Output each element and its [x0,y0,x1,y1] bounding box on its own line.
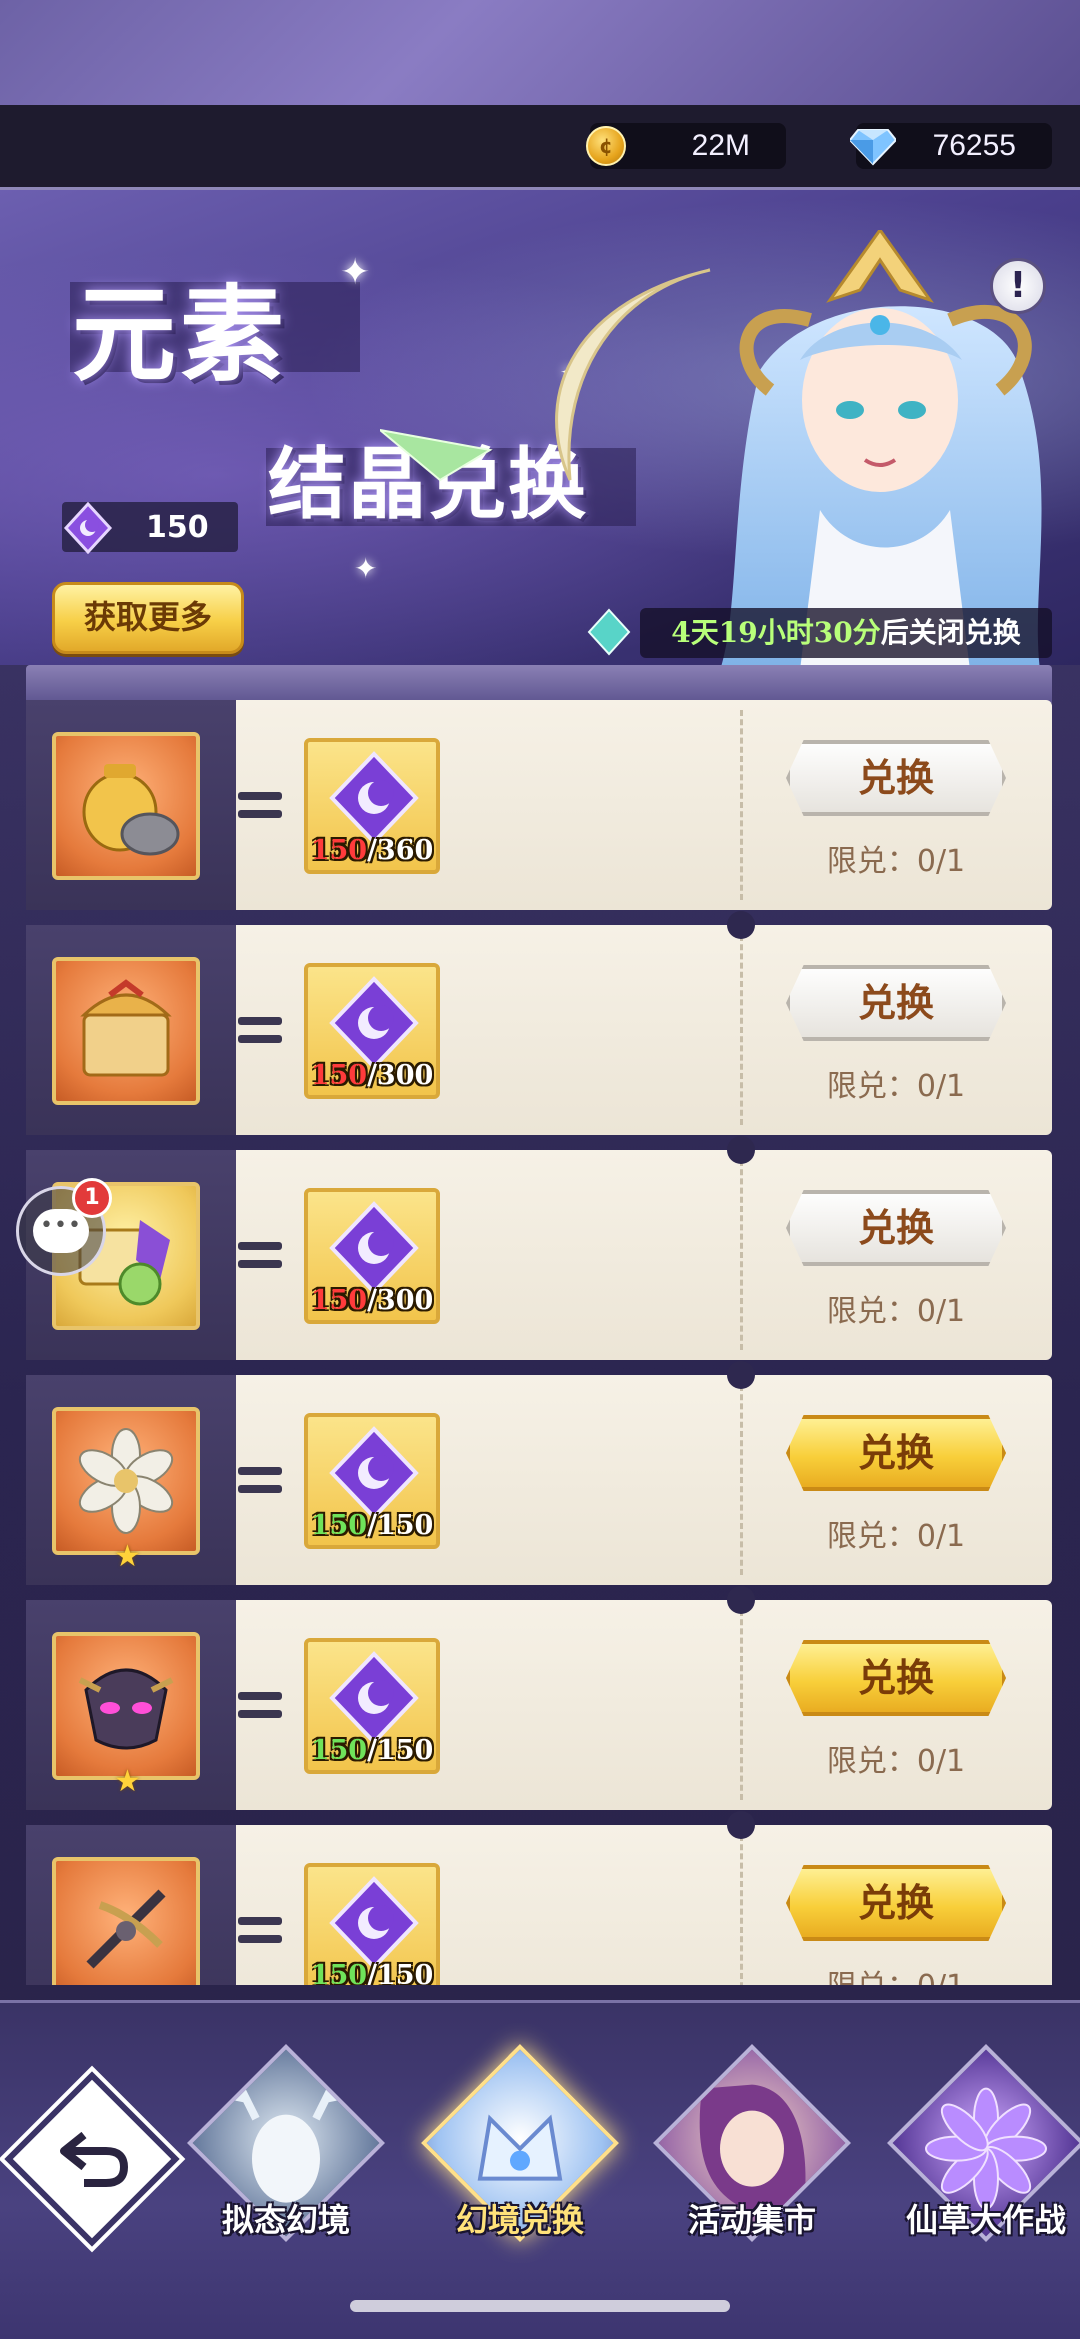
gem-deco-icon [587,608,631,656]
exchange-limit: 限兑：0/1 [826,1069,966,1104]
gold-coin-icon: ¢ [586,126,626,166]
diamond-icon [850,129,896,166]
sparkle-icon: ✦ [354,552,378,585]
crystal-balance-value: 150 [146,510,209,545]
exchange-row: 150/360 兑换 限兑：0/1 [26,700,1052,910]
crystal-balance: 150 [62,502,238,554]
countdown-timer: 4天19小时30分后关闭兑换 [640,608,1052,658]
dark-mask-icon[interactable]: ★ [52,1632,200,1799]
gold-value: 22M [691,129,750,162]
exchange-button[interactable]: 兑换 [786,1640,1006,1716]
star-icon: ★ [114,1764,141,1799]
element-crystal-icon [329,976,419,1070]
cost-slot: 150/150 [304,1413,440,1549]
countdown-time: 4天19小时30分 [671,616,881,649]
exchange-limit: 限兑：0/1 [826,1744,966,1779]
event-banner: 元素 结晶兑换 ✦ ✦ ✦ ! 150 获取更多 [0,190,1080,665]
nav-label: 拟态幻境 [221,2201,350,2239]
crescent-blade-icon [380,268,711,482]
cost-slot: 150/150 [304,1863,440,1985]
exchange-list[interactable]: 150/360 兑换 限兑：0/1 150/300 兑换 限兑：0/1 150/… [26,700,1052,1985]
ornate-chest-icon[interactable] [52,957,200,1105]
element-crystal-icon [329,1201,419,1295]
nav-item-mimic-realm[interactable]: 拟态幻境 [176,2044,385,2283]
equals-sign [238,1238,282,1274]
exchange-limit: 限兑：0/1 [786,1961,1006,1985]
info-button[interactable]: ! [990,258,1046,314]
equals-sign [238,1688,282,1724]
banner-title-line1: 元素 [72,273,289,396]
silver-lotus-icon[interactable]: ★ [52,1407,200,1574]
nav-label: 仙草大作战 [905,2201,1066,2239]
exchange-limit: 限兑：0/1 [826,1519,966,1554]
nav-item-event-market[interactable]: 活动集市 [642,2044,851,2283]
crossbow-icon[interactable] [52,1857,200,1985]
element-crystal-icon [329,1876,419,1970]
exchange-limit: 限兑：0/1 [826,1294,966,1329]
exchange-button[interactable]: 兑换 [786,965,1006,1041]
cost-slot: 150/150 [304,1638,440,1774]
exchange-button[interactable]: 兑换 [786,1865,1006,1941]
equals-sign [238,1463,282,1499]
element-crystal-icon [329,751,419,845]
exchange-limit: 限兑：0/1 [826,844,966,879]
nav-item-herb-battle[interactable]: 仙草大作战 [876,2044,1080,2283]
exchange-row: 150/300 兑换 限兑：0/1 [26,1136,1052,1360]
cost-amount: 150/300 [310,1285,434,1316]
currency-bar: ¢ 22M 76255 [0,105,1080,190]
back-arrow-icon [60,2131,129,2187]
gold-sack-and-ore-icon[interactable] [52,732,200,880]
cost-slot: 150/360 [304,738,440,874]
element-crystal-icon [329,1651,419,1745]
exchange-row: 150/300 兑换 限兑：0/1 [26,911,1052,1135]
bottom-nav: 拟态幻境 幻境兑换 活动集市 仙草大作战 [0,2000,1080,2339]
countdown-suffix: 后关闭兑换 [880,616,1021,649]
cost-slot: 150/300 [304,1188,440,1324]
exchange-row: ★ 150/150 兑换 限兑：0/1 [26,1361,1052,1585]
exchange-row: 150/150 兑换 限兑：0/1 [26,1811,1052,1985]
exchange-button[interactable]: 兑换 [786,1190,1006,1266]
cost-amount: 150/150 [310,1510,434,1541]
cost-slot: 150/300 [304,963,440,1099]
nav-label: 活动集市 [687,2201,816,2239]
cost-amount: 150/300 [310,1060,434,1091]
exchange-button[interactable]: 兑换 [786,1415,1006,1491]
nav-label: 幻境兑换 [455,2201,584,2239]
sparkle-icon: ✦ [340,252,371,293]
list-header [26,665,1052,703]
chat-icon [33,1209,89,1253]
diamond-value: 76255 [932,129,1016,162]
cost-amount: 150/150 [310,1735,434,1766]
equals-sign [238,788,282,824]
element-crystal-icon [329,1426,419,1520]
equals-sign [238,1013,282,1049]
gold-currency: ¢ 22M [586,123,786,169]
exchange-button[interactable]: 兑换 [786,740,1006,816]
chat-badge: 1 [72,1178,112,1218]
element-crystal-icon [63,502,113,554]
cost-amount: 150/150 [310,1960,434,1985]
cost-amount: 150/360 [310,835,434,866]
get-more-button[interactable]: 获取更多 [52,582,244,654]
star-icon: ★ [114,1539,141,1574]
equals-sign [238,1913,282,1949]
home-indicator[interactable] [350,2300,730,2312]
exchange-row: ★ 150/150 兑换 限兑：0/1 [26,1586,1052,1810]
nav-item-realm-exchange[interactable]: 幻境兑换 [410,2044,619,2283]
diamond-currency: 76255 [850,123,1052,169]
top-decor-strip [0,0,1080,105]
